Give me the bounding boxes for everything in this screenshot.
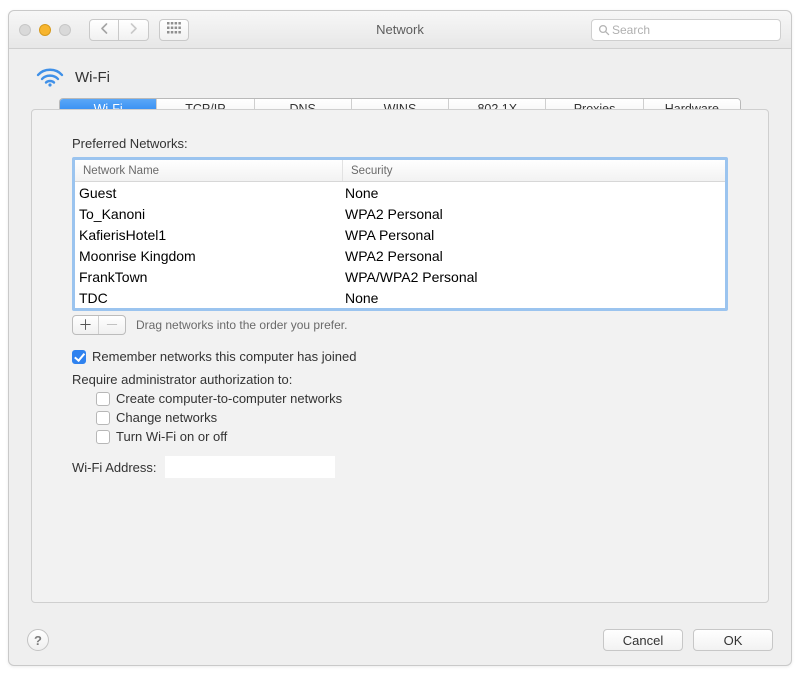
table-row[interactable]: Guest None: [75, 182, 725, 203]
traffic-lights: [19, 24, 71, 36]
search-input[interactable]: [610, 22, 774, 38]
wifi-address-label: Wi-Fi Address:: [72, 460, 157, 475]
cell-network-name: To_Kanoni: [75, 206, 343, 222]
admin-opt-create-networks[interactable]: Create computer-to-computer networks: [96, 391, 728, 406]
remember-networks-row[interactable]: Remember networks this computer has join…: [72, 349, 728, 364]
wifi-address-value: [165, 456, 335, 478]
show-all-button[interactable]: [159, 19, 189, 41]
network-preferences-window: Network Wi-Fi: [8, 10, 792, 666]
admin-opt-change-networks-checkbox[interactable]: [96, 411, 110, 425]
cell-network-name: Guest: [75, 185, 343, 201]
content-body: Wi-Fi Wi-Fi TCP/IP DNS WINS 802.1X Proxi…: [9, 49, 791, 619]
search-icon: [598, 24, 610, 36]
admin-opt-label: Turn Wi-Fi on or off: [116, 429, 227, 444]
drag-hint: Drag networks into the order you prefer.: [136, 318, 347, 332]
cell-security: WPA/WPA2 Personal: [343, 269, 725, 285]
remember-networks-label: Remember networks this computer has join…: [92, 349, 356, 364]
chevron-left-icon: [100, 22, 109, 37]
chevron-right-icon: [129, 22, 138, 37]
column-security[interactable]: Security: [343, 165, 725, 177]
table-row[interactable]: Moonrise Kingdom WPA2 Personal: [75, 245, 725, 266]
cell-network-name: FrankTown: [75, 269, 343, 285]
back-button[interactable]: [89, 19, 119, 41]
titlebar: Network: [9, 11, 791, 49]
cell-security: WPA2 Personal: [343, 206, 725, 222]
close-window-button[interactable]: [19, 24, 31, 36]
table-body: Guest None To_Kanoni WPA2 Personal Kafie…: [75, 182, 725, 308]
admin-opt-toggle-wifi-checkbox[interactable]: [96, 430, 110, 444]
cell-network-name: Moonrise Kingdom: [75, 248, 343, 264]
preferred-networks-table[interactable]: Network Name Security Guest None To_Kano…: [72, 157, 728, 311]
cell-security: None: [343, 185, 725, 201]
wifi-panel: Preferred Networks: Network Name Securit…: [31, 109, 769, 603]
pane-title: Wi-Fi: [75, 69, 110, 86]
table-header: Network Name Security: [75, 160, 725, 182]
minus-icon: －: [105, 315, 119, 335]
cell-network-name: TDC: [75, 290, 343, 306]
table-row[interactable]: TDC None: [75, 287, 725, 308]
help-button[interactable]: ?: [27, 629, 49, 651]
cell-security: WPA2 Personal: [343, 248, 725, 264]
dialog-footer: ? Cancel OK: [9, 619, 791, 665]
wifi-address-row: Wi-Fi Address:: [72, 456, 728, 478]
table-row[interactable]: KafierisHotel1 WPA Personal: [75, 224, 725, 245]
admin-opt-create-networks-checkbox[interactable]: [96, 392, 110, 406]
zoom-window-button[interactable]: [59, 24, 71, 36]
minimize-window-button[interactable]: [39, 24, 51, 36]
table-row[interactable]: FrankTown WPA/WPA2 Personal: [75, 266, 725, 287]
help-icon: ?: [34, 633, 42, 648]
preferred-networks-label: Preferred Networks:: [72, 136, 728, 151]
cell-security: WPA Personal: [343, 227, 725, 243]
cancel-button[interactable]: Cancel: [603, 629, 683, 651]
remember-networks-checkbox[interactable]: [72, 350, 86, 364]
search-field-wrap[interactable]: [591, 19, 781, 41]
add-network-button[interactable]: ＋: [73, 316, 99, 334]
ok-button[interactable]: OK: [693, 629, 773, 651]
admin-opt-toggle-wifi[interactable]: Turn Wi-Fi on or off: [96, 429, 728, 444]
pane-header: Wi-Fi: [35, 65, 769, 90]
forward-button[interactable]: [119, 19, 149, 41]
admin-auth-options: Create computer-to-computer networks Cha…: [72, 391, 728, 444]
add-remove-buttons: ＋ －: [72, 315, 126, 335]
admin-opt-change-networks[interactable]: Change networks: [96, 410, 728, 425]
column-network-name[interactable]: Network Name: [75, 160, 343, 181]
cell-security: None: [343, 290, 725, 306]
wifi-icon: [35, 65, 65, 90]
nav-buttons: [89, 19, 149, 41]
remove-network-button[interactable]: －: [99, 316, 125, 334]
grid-icon: [167, 22, 181, 37]
cell-network-name: KafierisHotel1: [75, 227, 343, 243]
table-row[interactable]: To_Kanoni WPA2 Personal: [75, 203, 725, 224]
admin-opt-label: Change networks: [116, 410, 217, 425]
plus-icon: ＋: [79, 315, 93, 335]
add-remove-row: ＋ － Drag networks into the order you pre…: [72, 315, 728, 335]
admin-opt-label: Create computer-to-computer networks: [116, 391, 342, 406]
admin-auth-header: Require administrator authorization to:: [72, 372, 728, 387]
